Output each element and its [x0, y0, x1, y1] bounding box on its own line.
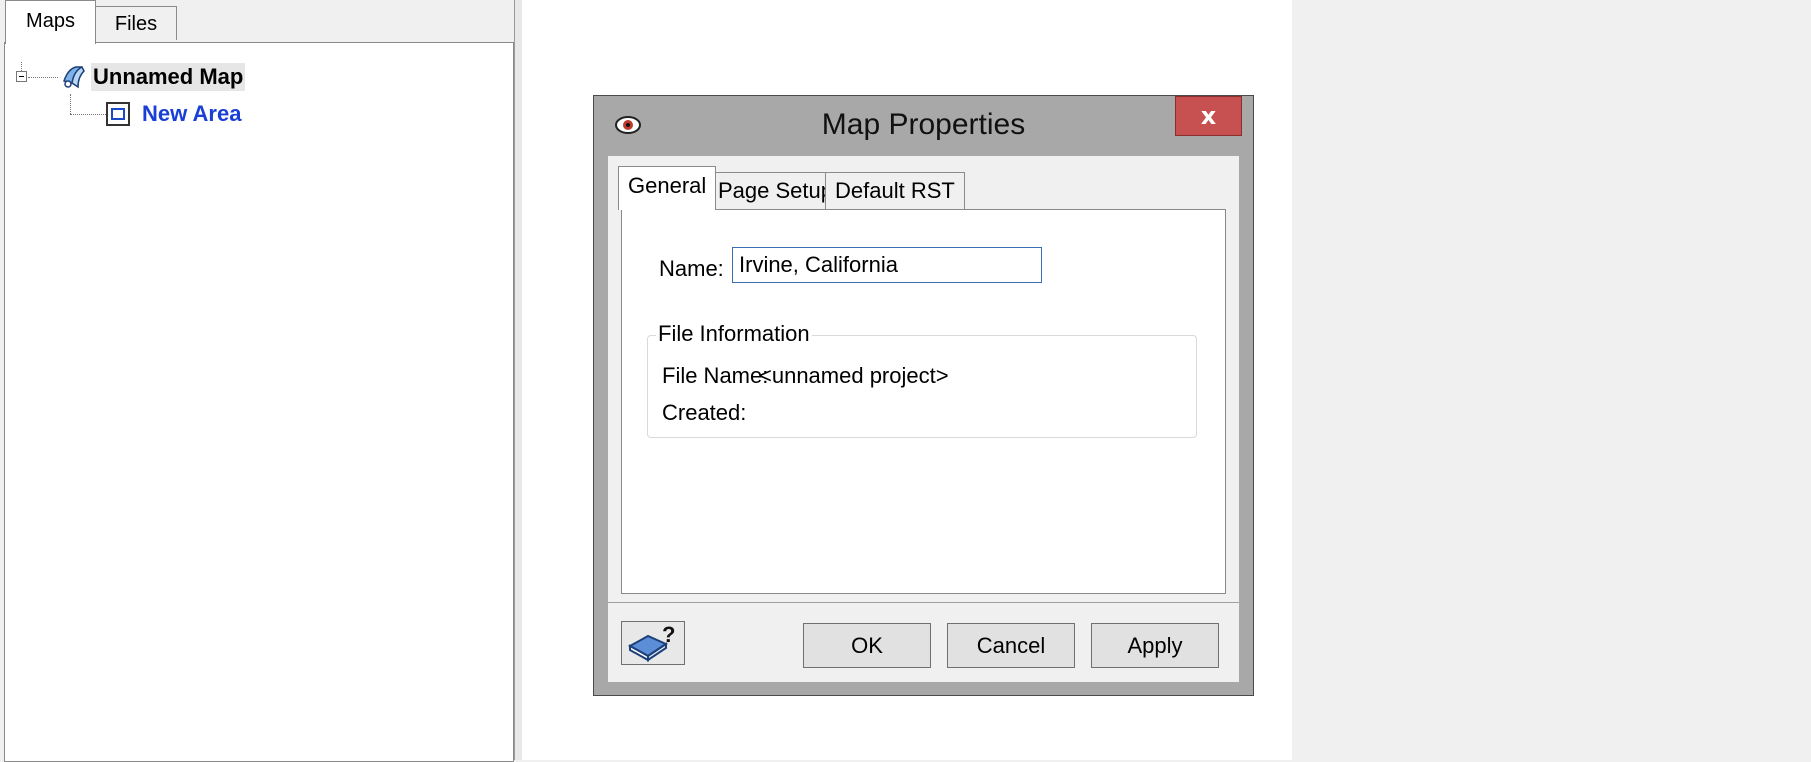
tree-item-unnamed-map[interactable]: Unnamed Map: [60, 63, 246, 91]
created-label: Created:: [662, 400, 747, 425]
tree-connector: [21, 62, 22, 71]
tab-files[interactable]: Files: [95, 6, 177, 40]
map-properties-dialog: Map Properties x General Page Setup Defa…: [593, 95, 1254, 696]
cancel-button[interactable]: Cancel: [947, 623, 1075, 668]
tree-item-label: Unnamed Map: [91, 63, 246, 91]
map-icon: [60, 63, 88, 91]
tree-connector: [70, 94, 71, 114]
general-tab-panel: Name: File Information File Name: <unnam…: [621, 209, 1226, 594]
tab-maps-label: Maps: [26, 10, 75, 32]
tab-maps[interactable]: Maps: [5, 0, 96, 44]
tab-files-label: Files: [114, 13, 158, 35]
tab-default-rst-label: Default RST: [835, 178, 955, 203]
dialog-title-bar[interactable]: Map Properties x: [594, 96, 1253, 156]
area-icon: [106, 102, 130, 126]
tab-default-rst[interactable]: Default RST: [825, 172, 965, 210]
ok-button[interactable]: OK: [803, 623, 931, 668]
collapse-toggle-icon[interactable]: [16, 71, 27, 82]
map-tree: [4, 42, 514, 762]
background-area: [1292, 0, 1811, 760]
tab-page-setup[interactable]: Page Setup: [708, 172, 843, 210]
name-label: Name:: [659, 256, 724, 281]
divider: [608, 602, 1239, 603]
close-button[interactable]: x: [1175, 96, 1242, 136]
tree-item-new-area[interactable]: New Area: [106, 101, 241, 127]
maps-panel: Maps Files Unnamed Map New Area: [0, 0, 520, 762]
name-input[interactable]: [732, 247, 1042, 283]
apply-button[interactable]: Apply: [1091, 623, 1219, 668]
file-information-group: File Information File Name: <unnamed pro…: [647, 321, 1197, 438]
svg-text:?: ?: [662, 622, 675, 647]
dialog-body: General Page Setup Default RST Name: Fil…: [608, 156, 1239, 682]
tab-general[interactable]: General: [618, 166, 717, 210]
help-book-icon: ?: [622, 622, 684, 668]
file-name-value: <unnamed project>: [759, 363, 949, 388]
file-name-label: File Name:: [662, 363, 769, 388]
file-information-legend: File Information: [656, 321, 812, 347]
tab-general-label: General: [628, 173, 707, 198]
tree-connector: [28, 77, 58, 78]
tab-page-setup-label: Page Setup: [718, 178, 833, 203]
tree-item-label: New Area: [142, 101, 242, 126]
close-icon: x: [1200, 102, 1217, 130]
tree-connector: [70, 114, 106, 115]
help-button[interactable]: ?: [621, 621, 685, 665]
dialog-title: Map Properties: [821, 108, 1026, 141]
panel-splitter[interactable]: [514, 0, 522, 760]
